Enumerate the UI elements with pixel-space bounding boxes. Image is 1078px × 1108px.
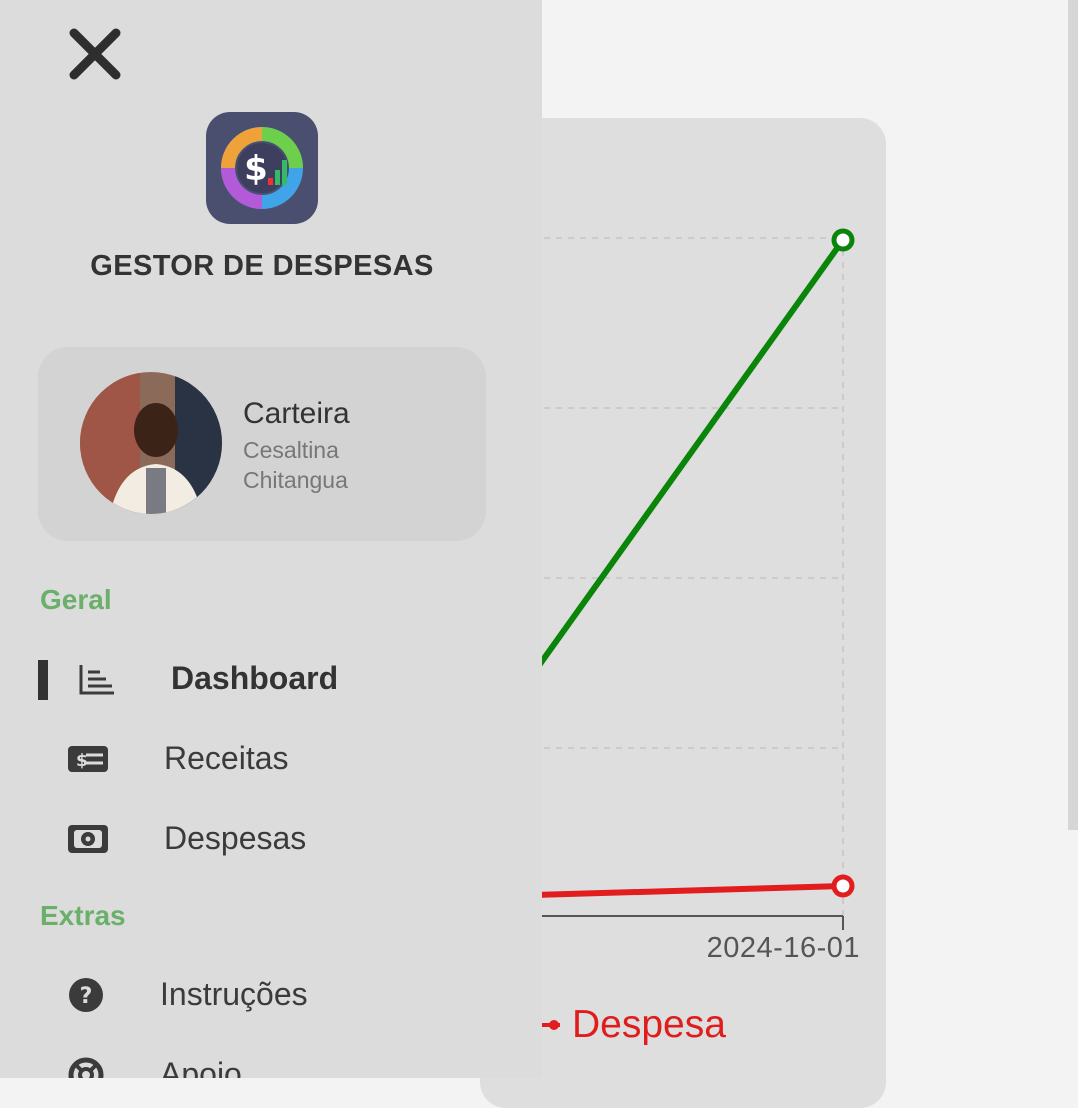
section-title-extras: Extras <box>40 900 126 931</box>
bar-chart-icon <box>72 661 120 697</box>
series-point-receita <box>831 228 855 252</box>
nav-item-despesas[interactable]: Despesas <box>0 804 542 874</box>
legend-label-despesa: Despesa <box>572 1003 726 1046</box>
nav-label: Receitas <box>164 740 289 776</box>
nav-item-receitas[interactable]: $ Receitas <box>0 724 542 794</box>
life-ring-icon <box>62 1057 110 1078</box>
nav-label: Dashboard <box>171 660 339 696</box>
nav-item-apoio[interactable]: Apoio <box>0 1040 542 1078</box>
profile-card[interactable]: Carteira Cesaltina Chitangua <box>38 347 486 541</box>
money-bill-wave-icon <box>64 821 112 857</box>
avatar[interactable] <box>80 372 222 514</box>
svg-text:$: $ <box>244 149 268 189</box>
close-button[interactable] <box>60 24 130 88</box>
navigation-drawer: $ GESTOR DE DESPESAS Carteira Cesaltina … <box>0 0 542 1078</box>
nav-item-instrucoes[interactable]: ? Instruções <box>0 960 542 1030</box>
nav-label: Despesas <box>164 820 307 856</box>
series-line-despesa <box>499 883 844 899</box>
nav-item-dashboard[interactable]: Dashboard <box>0 644 542 714</box>
user-name: Cesaltina Chitangua <box>243 437 348 493</box>
chart-legend[interactable]: Despesa <box>538 1000 726 1050</box>
x-tick-label: 2024-16-01 <box>706 932 860 964</box>
question-circle-icon: ? <box>62 977 110 1013</box>
series-line-receita <box>497 238 846 722</box>
wallet-label: Carteira <box>243 397 350 430</box>
money-bill-icon: $ <box>64 741 112 777</box>
nav-label: Apoio <box>160 1056 242 1078</box>
app-logo: $ <box>206 112 318 224</box>
active-indicator <box>38 660 48 700</box>
nav-label: Instruções <box>160 976 308 1012</box>
legend-marker-icon <box>538 1010 568 1040</box>
close-icon <box>68 27 122 86</box>
app-title: GESTOR DE DESPESAS <box>90 250 434 282</box>
section-title-geral: Geral <box>40 584 112 615</box>
svg-text:?: ? <box>80 984 93 1009</box>
series-point-despesa <box>831 874 855 898</box>
